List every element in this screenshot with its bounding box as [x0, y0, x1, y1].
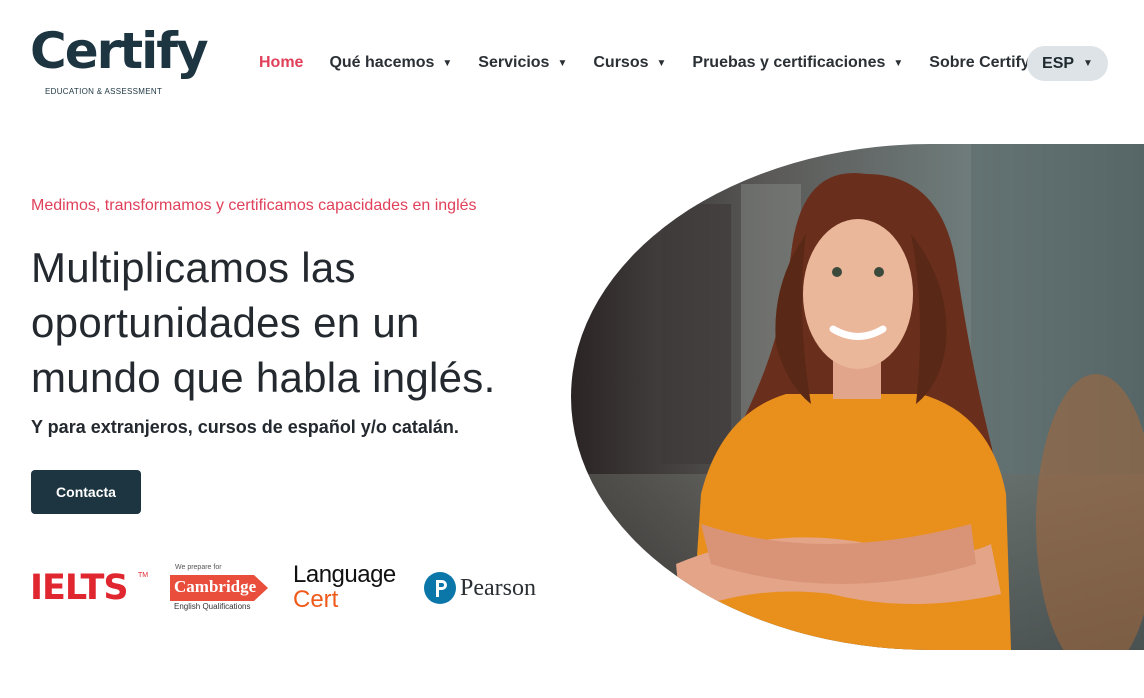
caret-down-icon: ▼ — [1083, 58, 1093, 69]
nav-item-que-hacemos[interactable]: Qué hacemos ▼ — [329, 54, 452, 72]
caret-down-icon: ▼ — [557, 57, 568, 69]
portrait-photo-icon — [571, 144, 1144, 650]
cambridge-logo: We prepare for Cambridge English Qualifi… — [170, 564, 270, 618]
caret-down-icon: ▼ — [442, 57, 453, 69]
hero-portrait-image — [571, 144, 1144, 650]
main-nav: Home Qué hacemos ▼ Servicios ▼ Cursos ▼ … — [259, 45, 1074, 81]
nav-item-label: Qué hacemos — [329, 54, 435, 71]
contact-button[interactable]: Contacta — [31, 470, 141, 514]
logo-subtitle: EDUCATION & ASSESSMENT — [45, 87, 163, 96]
nav-item-pruebas[interactable]: Pruebas y certificaciones ▼ — [692, 54, 903, 72]
certify-logo[interactable]: Certify EDUCATION & ASSESSMENT — [30, 26, 210, 100]
ielts-trademark: TM — [138, 572, 149, 579]
languagecert-word-1: Language — [293, 561, 396, 588]
hero-headline: Multiplicamos las oportunidades en un mu… — [31, 244, 496, 401]
languagecert-logo: Language Cert — [293, 562, 396, 612]
nav-item-label: Home — [259, 54, 304, 71]
ielts-wordmark: IELTS — [30, 568, 129, 608]
partner-logos: IELTS TM We prepare for Cambridge Englis… — [30, 560, 550, 620]
hero-subline: Y para extranjeros, cursos de español y/… — [31, 417, 459, 437]
language-label: ESP — [1042, 54, 1075, 72]
pearson-p-icon — [424, 572, 456, 604]
nav-item-label: Cursos — [593, 54, 649, 71]
pearson-logo: Pearson — [424, 572, 536, 604]
cambridge-pre-text: We prepare for — [175, 564, 222, 571]
hero-tagline: Medimos, transformamos y certificamos ca… — [31, 197, 477, 214]
nav-item-cursos[interactable]: Cursos ▼ — [593, 54, 666, 72]
logo-wordmark: Certify — [30, 22, 209, 80]
languagecert-word-2: Cert — [293, 586, 339, 613]
nav-item-label: Pruebas y certificaciones — [692, 54, 886, 71]
nav-item-home[interactable]: Home — [259, 54, 303, 72]
nav-item-label: Servicios — [478, 54, 550, 71]
cambridge-subtitle: English Qualifications — [174, 602, 251, 611]
nav-item-servicios[interactable]: Servicios ▼ — [478, 54, 567, 72]
nav-item-label: Sobre Certify — [929, 54, 1030, 71]
pearson-wordmark: Pearson — [460, 574, 536, 601]
language-selector[interactable]: ESP ▼ — [1027, 46, 1108, 81]
caret-down-icon: ▼ — [656, 57, 667, 69]
cambridge-wordmark: Cambridge — [174, 577, 257, 596]
caret-down-icon: ▼ — [893, 57, 904, 69]
site-header: Certify EDUCATION & ASSESSMENT Home Qué … — [0, 0, 1144, 125]
